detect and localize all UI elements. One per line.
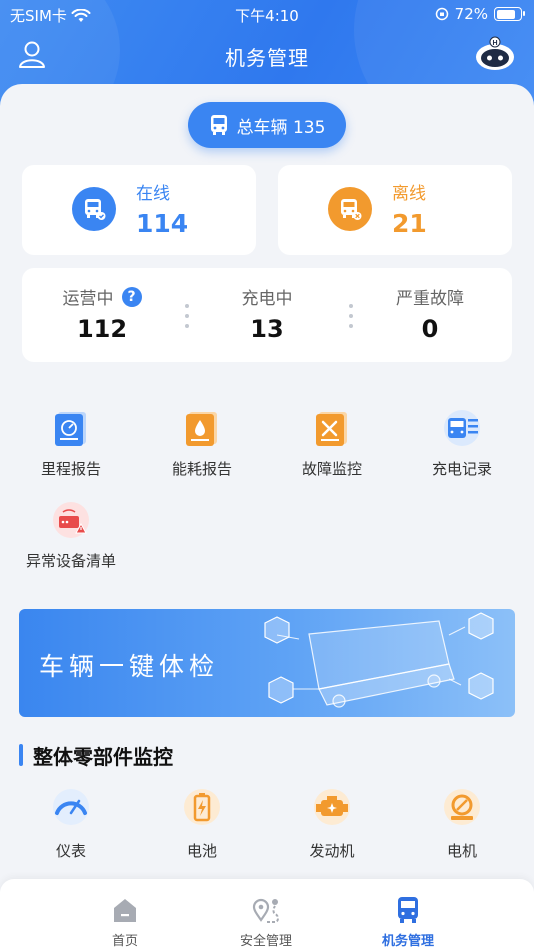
menu-fault-monitor-label: 故障监控 (301, 460, 362, 478)
bus-icon (393, 895, 423, 925)
battery-icon (494, 7, 525, 21)
gauge-icon (51, 787, 91, 827)
stat-operating-label: 运营中 (62, 289, 114, 309)
battery-percent: 72% (454, 5, 488, 23)
rotation-lock-icon (435, 7, 448, 21)
home-icon (110, 895, 140, 925)
menu-charging-record-label: 充电记录 (431, 460, 492, 478)
parts-section-title: 整体零部件监控 (19, 743, 173, 769)
vehicle-checkup-title: 车辆一键体检 (39, 652, 220, 681)
part-motor[interactable]: 电机 (412, 787, 512, 861)
section-accent-bar (19, 744, 23, 766)
total-vehicles-button[interactable]: 总车辆 135 (188, 102, 346, 148)
help-icon[interactable]: ? (121, 286, 142, 307)
assistant-button[interactable]: H (474, 36, 516, 72)
bus-icon (210, 115, 227, 135)
vehicle-stats-card: 运营中 ? 112 充电中 13 严重故障 0 (22, 268, 512, 362)
part-battery-label: 电池 (186, 842, 217, 860)
route-icon (251, 895, 281, 925)
fault-monitor-icon (312, 408, 352, 448)
part-battery[interactable]: 电池 (152, 787, 252, 861)
tab-maintenance[interactable]: 机务管理 (348, 895, 468, 949)
online-count: 114 (136, 209, 189, 238)
online-card[interactable]: 在线 114 (22, 165, 256, 255)
offline-count: 21 (392, 209, 427, 238)
menu-abnormal-device-label: 异常设备清单 (25, 552, 116, 570)
tab-safety[interactable]: 安全管理 (206, 895, 326, 949)
stat-operating-value: 112 (76, 315, 128, 343)
offline-label: 离线 (392, 184, 426, 204)
parts-section-title-text: 整体零部件监控 (33, 744, 173, 769)
tab-maintenance-label: 机务管理 (381, 934, 434, 949)
robot-assistant-icon: H (476, 36, 514, 70)
tab-safety-label: 安全管理 (239, 934, 292, 949)
offline-card[interactable]: 离线 21 (278, 165, 512, 255)
offline-bus-icon (328, 187, 372, 231)
svg-text:H: H (492, 40, 497, 47)
part-motor-label: 电机 (446, 842, 477, 860)
battery-icon (182, 787, 222, 827)
part-engine-label: 发动机 (309, 842, 355, 860)
stat-charging[interactable]: 充电中 13 (187, 284, 347, 343)
status-bar: 无SIM卡 下午4:10 72% (0, 0, 534, 30)
stat-charging-label: 充电中 (241, 289, 293, 309)
stat-critical-fault[interactable]: 严重故障 0 (350, 284, 510, 343)
tab-home-label: 首页 (111, 934, 138, 949)
menu-energy-report-label: 能耗报告 (171, 460, 232, 478)
online-bus-icon (72, 187, 116, 231)
menu-charging-record[interactable]: 充电记录 (407, 408, 517, 479)
menu-mileage-report-label: 里程报告 (40, 460, 101, 478)
menu-mileage-report[interactable]: 里程报告 (16, 408, 126, 479)
charging-record-icon (442, 408, 482, 448)
vehicle-checkup-banner[interactable]: 车辆一键体检 (19, 609, 515, 717)
abnormal-device-icon (51, 500, 91, 540)
stat-critical-fault-label: 严重故障 (396, 289, 464, 309)
stat-critical-fault-value: 0 (421, 315, 439, 343)
motor-icon (442, 787, 482, 827)
mileage-report-icon (51, 408, 91, 448)
page-title: 机务管理 (225, 46, 309, 70)
online-label: 在线 (136, 184, 170, 204)
engine-icon (312, 787, 352, 827)
bottom-tab-bar: 首页 安全管理 机务管理 (0, 879, 534, 950)
stat-charging-value: 13 (250, 315, 284, 343)
menu-fault-monitor[interactable]: 故障监控 (277, 408, 387, 479)
part-gauge-label: 仪表 (55, 842, 86, 860)
stat-operating[interactable]: 运营中 ? 112 (22, 284, 182, 343)
total-vehicles-label: 总车辆 135 (236, 117, 326, 138)
part-engine[interactable]: 发动机 (282, 787, 382, 861)
energy-report-icon (182, 408, 222, 448)
menu-abnormal-device[interactable]: 异常设备清单 (16, 500, 126, 571)
tab-home[interactable]: 首页 (65, 895, 185, 949)
menu-energy-report[interactable]: 能耗报告 (147, 408, 257, 479)
part-gauge[interactable]: 仪表 (21, 787, 121, 861)
bus-wireframe-illustration (264, 612, 494, 708)
